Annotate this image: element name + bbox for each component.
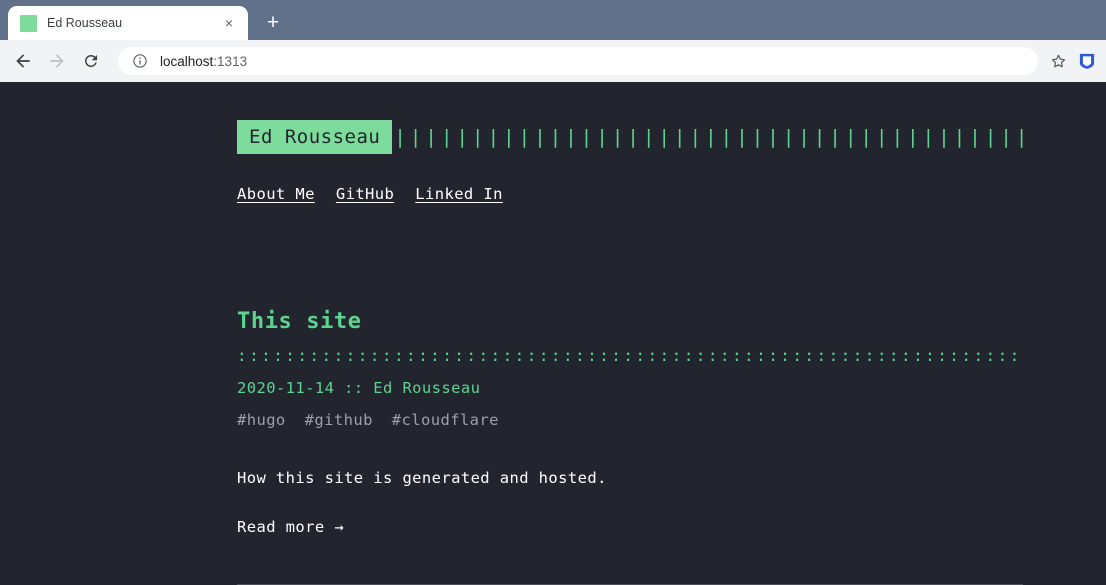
- address-bar[interactable]: localhost:1313: [118, 47, 1038, 75]
- post-title[interactable]: This site: [237, 309, 1023, 334]
- shield-icon: [1079, 53, 1095, 69]
- post-tags: #hugo #github #cloudflare: [237, 411, 1023, 429]
- close-icon[interactable]: ×: [218, 12, 240, 34]
- bookmark-button[interactable]: [1044, 47, 1072, 75]
- post-meta: 2020-11-14 :: Ed Rousseau: [237, 379, 481, 397]
- site-masthead: Ed Rousseau ||||||||||||||||||||||||||||…: [237, 120, 1023, 154]
- browser-window: Ed Rousseau × + localhost:1313 Ed Rousse…: [0, 0, 1106, 585]
- url-text: localhost:1313: [160, 54, 247, 69]
- tab-title: Ed Rousseau: [47, 16, 123, 30]
- url-host: localhost: [160, 53, 214, 69]
- post-entry: This site ::::::::::::::::::::::::::::::…: [237, 309, 1023, 585]
- tab-strip: Ed Rousseau × +: [0, 0, 1106, 40]
- reload-icon: [84, 54, 97, 67]
- tag-github[interactable]: #github: [305, 411, 373, 429]
- reload-button[interactable]: [76, 46, 106, 76]
- nav-link-github[interactable]: GitHub: [336, 185, 394, 203]
- nav-link-about-me[interactable]: About Me: [237, 185, 315, 203]
- site-content: Ed Rousseau ||||||||||||||||||||||||||||…: [0, 82, 1106, 585]
- site-information-icon[interactable]: [132, 53, 148, 69]
- read-more-link[interactable]: Read more →: [237, 518, 344, 536]
- nav-link-linked-in[interactable]: Linked In: [415, 185, 503, 203]
- back-arrow-icon: [16, 54, 30, 68]
- forward-button[interactable]: [42, 46, 72, 76]
- browser-toolbar: localhost:1313: [0, 40, 1106, 82]
- tag-hugo[interactable]: #hugo: [237, 411, 286, 429]
- url-port: :1313: [213, 53, 248, 69]
- forward-arrow-icon: [50, 54, 64, 68]
- favicon-icon: [20, 14, 37, 32]
- browser-tab-ed-rousseau[interactable]: Ed Rousseau ×: [8, 6, 248, 40]
- site-navigation: About Me GitHub Linked In: [237, 185, 1106, 203]
- tag-cloudflare[interactable]: #cloudflare: [392, 411, 499, 429]
- site-title[interactable]: Ed Rousseau: [237, 120, 393, 154]
- masthead-bars-decoration: ||||||||||||||||||||||||||||||||||||||||…: [394, 126, 1023, 148]
- back-button[interactable]: [8, 46, 38, 76]
- shield-extension-button[interactable]: [1076, 50, 1098, 72]
- post-summary: How this site is generated and hosted.: [237, 469, 607, 487]
- post-rule-decoration: ::::::::::::::::::::::::::::::::::::::::…: [237, 346, 1023, 365]
- new-tab-button[interactable]: +: [258, 7, 288, 37]
- page-viewport: Ed Rousseau ||||||||||||||||||||||||||||…: [0, 82, 1106, 585]
- star-icon: [1051, 54, 1065, 67]
